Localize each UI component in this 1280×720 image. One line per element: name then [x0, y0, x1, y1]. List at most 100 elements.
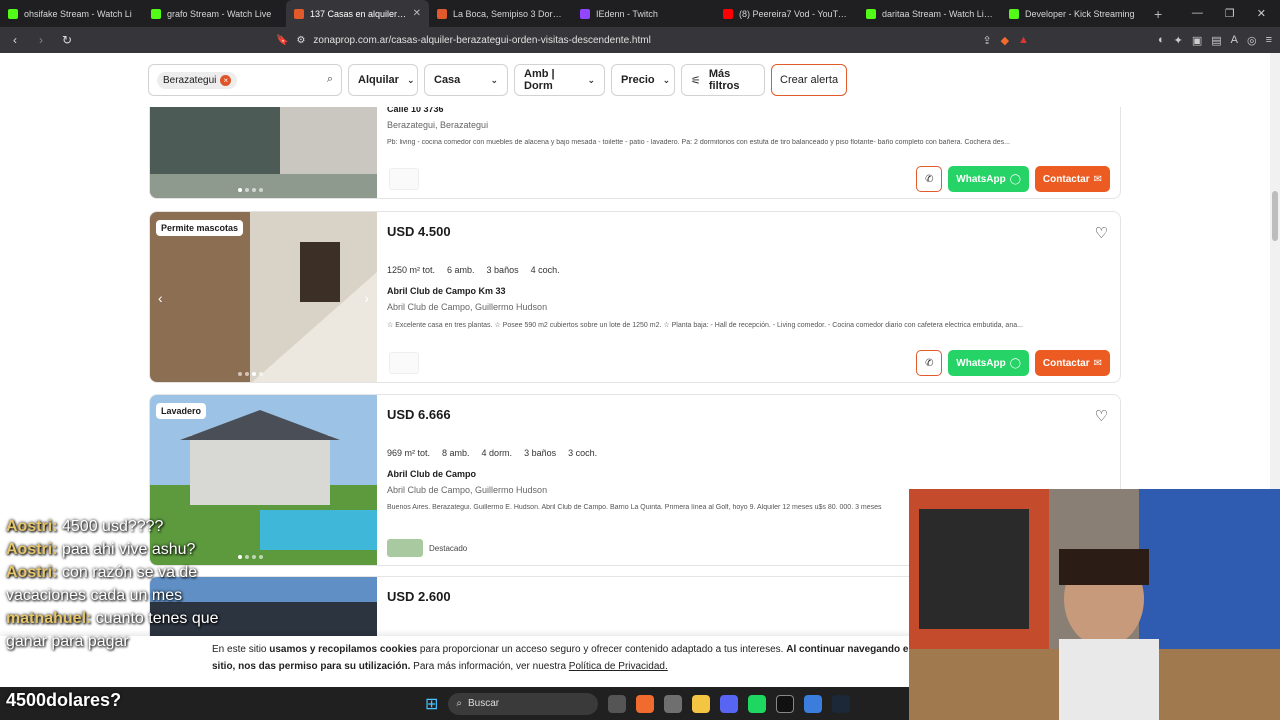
url-field[interactable]: 🔖 ⚙ zonaprop.com.ar/casas-alquiler-beraz… [276, 35, 970, 46]
agency-logo[interactable] [389, 352, 419, 374]
address-bar: ‹ › ↻ 🔖 ⚙ zonaprop.com.ar/casas-alquiler… [0, 27, 1280, 53]
phone-button[interactable]: ✆ [916, 166, 943, 192]
tab-favicon-icon [1009, 8, 1019, 19]
webcam-feed [909, 489, 1280, 720]
discord-icon[interactable] [720, 694, 739, 713]
windows-start-icon[interactable]: ⊞ [425, 694, 438, 714]
tab-favicon-icon [8, 8, 18, 19]
chevron-down-icon: ⌄ [490, 74, 498, 85]
whatsapp-icon: ◯ [1009, 357, 1021, 369]
browser-tab[interactable]: grafo Stream - Watch Live [143, 0, 286, 27]
mail-icon: ✉ [1093, 357, 1102, 369]
type-dropdown[interactable]: Casa ⌄ [424, 64, 508, 96]
new-tab-icon[interactable]: + [1144, 6, 1172, 22]
translate-icon[interactable]: A [1231, 34, 1238, 47]
bookmark-icon[interactable]: 🔖 [276, 35, 288, 46]
steam-icon[interactable] [832, 694, 851, 713]
feature-bedrooms: 4 dorm. [481, 448, 513, 458]
button-label: Crear alerta [780, 74, 839, 86]
phone-button[interactable]: ✆ [916, 350, 943, 376]
sidebar-icon[interactable]: ▣ [1192, 34, 1202, 47]
phone-icon: ✆ [925, 357, 934, 369]
ccleaner-icon[interactable] [804, 694, 823, 713]
window-controls: — ❐ ✕ [1192, 7, 1280, 20]
triangle-icon[interactable]: ▲ [1018, 34, 1029, 47]
maximize-icon[interactable]: ❐ [1225, 7, 1235, 20]
extension-icon[interactable]: ◐ [1158, 34, 1165, 47]
wallet-icon[interactable]: ▤ [1211, 34, 1221, 47]
listing-address[interactable]: Abril Club de Campo [387, 469, 476, 479]
close-window-icon[interactable]: ✕ [1257, 7, 1266, 20]
tab-title: IEdenn - Twitch [596, 8, 658, 19]
listing-address[interactable]: Abril Club de Campo Km 33 [387, 286, 506, 296]
browser-tab[interactable]: Developer - Kick Streaming [1001, 0, 1144, 27]
create-alert-button[interactable]: Crear alerta [771, 64, 848, 96]
browser-tab-active[interactable]: 137 Casas en alquiler en B ✕ [286, 0, 429, 27]
menu-icon[interactable]: ≡ [1266, 34, 1272, 47]
close-tab-icon[interactable]: ✕ [413, 8, 421, 19]
file-explorer-icon[interactable] [692, 694, 711, 713]
operation-dropdown[interactable]: Alquilar ⌄ [348, 64, 418, 96]
minimize-icon[interactable]: — [1192, 7, 1203, 20]
chat-text: paa ahi vive ashu? [57, 541, 196, 558]
whatsapp-button[interactable]: WhatsApp ◯ [948, 166, 1029, 192]
agency-logo[interactable] [389, 168, 419, 190]
tab-title: daritaa Stream - Watch Live [882, 8, 993, 19]
extensions-toolbar: ⇪ ◆ ▲ ◐ ✦ ▣ ▤ A ◎ ≡ [982, 34, 1272, 47]
location-search-input[interactable]: Berazategui × ⌕ [148, 64, 342, 96]
dropdown-label: Casa [434, 74, 461, 86]
app-icon[interactable] [776, 694, 795, 713]
spotify-icon[interactable] [748, 694, 767, 713]
listing-location: Abril Club de Campo, Guillermo Hudson [387, 485, 548, 495]
scrollbar-thumb[interactable] [1272, 191, 1278, 241]
contact-button[interactable]: Contactar ✉ [1034, 166, 1110, 192]
listing-card[interactable]: Permite mascotas ‹ › USD 4.500 ♡ 1250 m²… [149, 211, 1121, 383]
dropdown-label: Amb | Dorm [524, 68, 555, 92]
browser-tab[interactable]: La Boca, Semipiso 3 Dorm. Fre [429, 0, 572, 27]
favorite-heart-icon[interactable]: ♡ [1095, 224, 1108, 242]
search-icon[interactable]: ⌕ [327, 73, 333, 86]
listing-description[interactable]: ☆ Excelente casa en tres plantas. ☆ Pose… [387, 321, 1077, 329]
browser-tab[interactable]: IEdenn - Twitch [572, 0, 715, 27]
sliders-icon: ⚟ [691, 74, 701, 87]
listing-description[interactable]: Pb: living - cocina comedor con muebles … [387, 139, 1077, 146]
browser-tab[interactable]: (8) Peereira7 Vod - YouTube [715, 0, 858, 27]
puzzle-icon[interactable]: ✦ [1174, 34, 1183, 47]
more-filters-button[interactable]: ⚟ Más filtros [681, 64, 765, 96]
forward-icon[interactable]: › [34, 33, 48, 47]
reload-icon[interactable]: ↻ [60, 33, 74, 47]
cookie-text-bold: usamos y recopilamos cookies [269, 644, 418, 655]
feature-garages: 4 coch. [530, 265, 560, 275]
rooms-dropdown[interactable]: Amb | Dorm ⌄ [514, 64, 605, 96]
obs-icon[interactable] [664, 694, 683, 713]
listing-info: USD 4.500 ♡ 1250 m² tot. 6 amb. 3 baños … [387, 212, 1110, 382]
privacy-policy-link[interactable]: Política de Privacidad. [569, 661, 668, 672]
favorite-heart-icon[interactable]: ♡ [1095, 407, 1108, 425]
search-icon: ⌕ [456, 698, 463, 709]
browser-tab[interactable]: ohsifake Stream - Watch Li [0, 0, 143, 27]
contact-button[interactable]: Contactar ✉ [1034, 350, 1110, 376]
share-icon[interactable]: ⇪ [982, 34, 991, 47]
highlight-logo [387, 539, 423, 557]
chevron-right-icon[interactable]: › [364, 290, 369, 306]
feature-garages: 3 coch. [568, 448, 598, 458]
feature-baths: 3 baños [486, 265, 519, 275]
vpn-icon[interactable]: ◎ [1247, 34, 1257, 47]
listing-badge: Lavadero [156, 403, 207, 419]
remove-chip-icon[interactable]: × [220, 74, 232, 86]
filter-bar: Berazategui × ⌕ Alquilar ⌄ Casa ⌄ Amb | Dor… [0, 53, 1268, 107]
brave-browser-icon[interactable] [636, 694, 655, 713]
price-dropdown[interactable]: Precio ⌄ [611, 64, 675, 96]
chat-message: Aostri: 4500 usd???? [6, 515, 256, 538]
tab-title: La Boca, Semipiso 3 Dorm. Fre [453, 8, 564, 19]
browser-tab[interactable]: daritaa Stream - Watch Live [858, 0, 1001, 27]
back-icon[interactable]: ‹ [8, 33, 22, 47]
taskbar-search[interactable]: ⌕ Buscar [448, 692, 599, 715]
chevron-left-icon[interactable]: ‹ [158, 290, 163, 306]
taskview-icon[interactable] [608, 694, 627, 713]
stream-chat-overlay: Aostri: 4500 usd???? Aostri: paa ahi viv… [6, 515, 256, 653]
listing-photo[interactable]: Permite mascotas ‹ › [150, 212, 377, 382]
whatsapp-button[interactable]: WhatsApp ◯ [948, 350, 1029, 376]
site-info-icon[interactable]: ⚙ [296, 35, 305, 46]
shield-icon[interactable]: ◆ [1001, 34, 1009, 47]
